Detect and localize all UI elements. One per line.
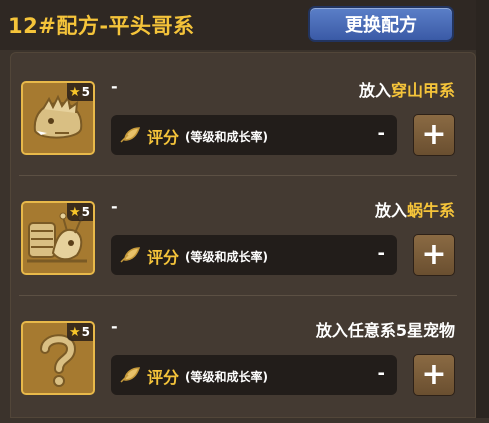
star-count: 5 (81, 85, 90, 99)
score-label: 评分 (147, 128, 180, 147)
score-label: 评分 (147, 248, 180, 267)
recipe-slot-1: ★ 5 - 放入穿山甲系 评分 (等级和成长率) - + (11, 63, 477, 183)
star-badge: ★ 5 (66, 83, 93, 101)
star-badge: ★ 5 (66, 323, 93, 341)
recipe-slot-3: ★ 5 - 放入任意系5星宠物 评分 (等级和成长率) - + (11, 303, 477, 423)
put-hint: 放入蜗牛系 (375, 197, 455, 221)
recipe-slot-2: ★ 5 - 放入蜗牛系 评分 (等级和成长率) - + (11, 183, 477, 303)
put-target: 穿山甲系 (390, 81, 455, 100)
side-edge (476, 0, 489, 418)
score-note: (等级和成长率) (185, 250, 268, 264)
star-icon: ★ (68, 204, 81, 220)
divider (19, 295, 457, 296)
header-bar: 12#配方-平头哥系 更换配方 (0, 0, 489, 50)
put-prefix: 放入 (374, 201, 407, 220)
recipe-title: 12#配方-平头哥系 (8, 14, 195, 38)
feather-icon (120, 127, 141, 143)
put-hint: 放入穿山甲系 (359, 77, 455, 101)
divider (19, 175, 457, 176)
star-count: 5 (81, 205, 90, 219)
add-pet-button[interactable]: + (413, 354, 455, 396)
feather-icon (120, 247, 141, 263)
pet-name: - (111, 77, 118, 96)
put-prefix: 放入 (358, 81, 391, 100)
feather-icon (120, 367, 141, 383)
score-value: - (377, 243, 385, 264)
score-label: 评分 (147, 368, 180, 387)
pet-slot-pangolin[interactable]: ★ 5 (21, 81, 95, 155)
score-bar: 评分 (等级和成长率) - (111, 235, 397, 275)
score-bar: 评分 (等级和成长率) - (111, 355, 397, 395)
star-count: 5 (81, 325, 90, 339)
star-icon: ★ (68, 324, 81, 340)
star-badge: ★ 5 (66, 203, 93, 221)
pet-name: - (111, 317, 118, 336)
put-target: 放入任意系5星宠物 (315, 321, 455, 340)
put-hint: 放入任意系5星宠物 (316, 317, 455, 341)
score-note: (等级和成长率) (185, 370, 268, 384)
recipe-panel: ★ 5 - 放入穿山甲系 评分 (等级和成长率) - + ★ 5 - 放入蜗牛系… (10, 52, 476, 418)
pet-slot-snail[interactable]: ★ 5 (21, 201, 95, 275)
put-target: 蜗牛系 (406, 201, 455, 220)
score-bar: 评分 (等级和成长率) - (111, 115, 397, 155)
star-icon: ★ (68, 84, 81, 100)
pet-slot-any[interactable]: ★ 5 (21, 321, 95, 395)
pet-name: - (111, 197, 118, 216)
score-note: (等级和成长率) (185, 130, 268, 144)
score-value: - (377, 123, 385, 144)
add-pet-button[interactable]: + (413, 234, 455, 276)
add-pet-button[interactable]: + (413, 114, 455, 156)
score-value: - (377, 363, 385, 384)
swap-recipe-button[interactable]: 更换配方 (308, 6, 454, 42)
